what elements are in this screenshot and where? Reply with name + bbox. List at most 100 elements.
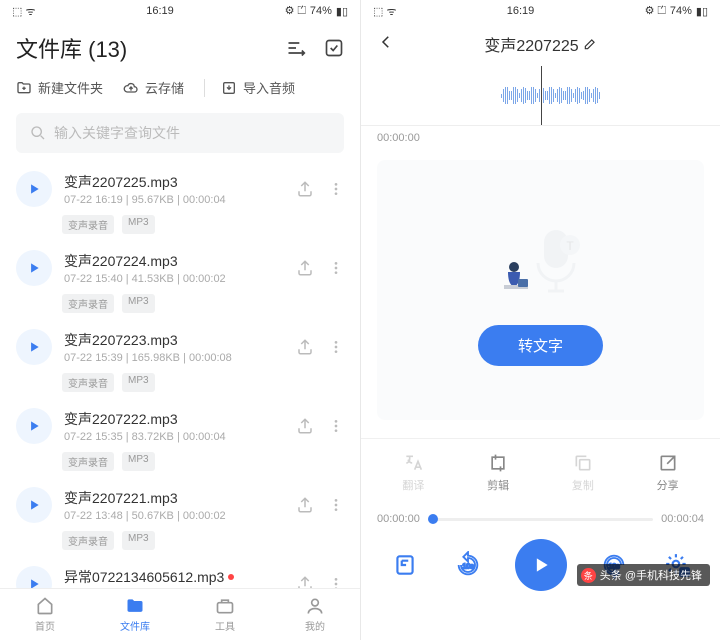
nav-home[interactable]: 首页: [0, 589, 90, 640]
folder-icon: [125, 596, 145, 616]
progress-slider[interactable]: [428, 518, 653, 521]
file-meta: 07-22 15:39 | 165.98KB | 00:00:08: [64, 352, 296, 364]
file-item[interactable]: 异常0722134605612.mp307-22 13:48 | 27.75KB…: [0, 556, 360, 588]
status-time: 16:19: [507, 5, 535, 17]
cloud-storage-button[interactable]: 云存储: [123, 78, 184, 97]
player-screen: ⬚ ᯤ 16:19 ⚙ ⏍ 74%▮▯ 变声2207225 00:00:00 T…: [360, 0, 720, 640]
status-time: 16:19: [146, 5, 174, 17]
share-icon[interactable]: [296, 338, 314, 356]
current-time: 00:00:00: [377, 513, 420, 525]
file-name: 变声2207224.mp3: [64, 251, 296, 271]
more-icon[interactable]: [328, 418, 344, 434]
translate-tool: 翻译: [371, 453, 456, 493]
illustration: T: [476, 215, 606, 305]
page-title: 文件库 (13): [16, 32, 286, 64]
toolbox-icon: [215, 596, 235, 616]
tag: 变声录音: [62, 215, 114, 234]
translate-icon: [403, 453, 423, 473]
sort-icon[interactable]: [286, 38, 306, 58]
file-meta: 07-22 13:48 | 50.67KB | 00:00:02: [64, 510, 296, 522]
file-meta: 07-22 16:19 | 95.67KB | 00:00:04: [64, 194, 296, 206]
share-icon[interactable]: [296, 575, 314, 588]
play-file-button[interactable]: [16, 329, 52, 365]
copy-tool: 复制: [541, 453, 626, 493]
folder-plus-icon: [16, 80, 32, 96]
file-item[interactable]: 变声2207224.mp3 07-22 15:40 | 41.53KB | 00:…: [0, 240, 360, 290]
waveform-time: 00:00:00: [361, 126, 720, 150]
recording-title: 变声2207225: [401, 32, 680, 56]
play-file-button[interactable]: [16, 171, 52, 207]
more-icon[interactable]: [328, 339, 344, 355]
file-library-screen: ⬚ ᯤ 16:19 ⚙ ⏍ 74%▮▯ 文件库 (13) 新建文件夹 云存储 导…: [0, 0, 360, 640]
edit-icon[interactable]: [583, 37, 597, 51]
file-name: 变声2207225.mp3: [64, 172, 296, 192]
total-time: 00:00:04: [661, 513, 704, 525]
search-input[interactable]: 输入关键字查询文件: [16, 113, 344, 153]
tag: 变声录音: [62, 531, 114, 550]
search-icon: [30, 125, 46, 141]
home-icon: [35, 596, 55, 616]
play-icon: [531, 555, 551, 575]
flag-button[interactable]: [389, 549, 421, 581]
import-icon: [221, 80, 237, 96]
file-meta: 07-22 15:35 | 83.72KB | 00:00:04: [64, 431, 296, 443]
rewind-10s-button[interactable]: 10s: [452, 549, 484, 581]
more-icon[interactable]: [328, 260, 344, 276]
scissors-icon: [488, 453, 508, 473]
play-file-button[interactable]: [16, 408, 52, 444]
nav-files[interactable]: 文件库: [90, 589, 180, 640]
file-item[interactable]: 变声2207222.mp3 07-22 15:35 | 83.72KB | 00:…: [0, 398, 360, 448]
more-icon[interactable]: [328, 576, 344, 588]
tag: 变声录音: [62, 294, 114, 313]
share-icon[interactable]: [296, 417, 314, 435]
transcribe-panel: T 转文字: [377, 160, 704, 420]
bottom-nav: 首页 文件库 工具 我的: [0, 588, 360, 640]
tag: MP3: [122, 531, 155, 550]
share-icon[interactable]: [296, 180, 314, 198]
nav-mine[interactable]: 我的: [270, 589, 360, 640]
flag-icon: [392, 552, 418, 578]
file-item[interactable]: 变声2207225.mp3 07-22 16:19 | 95.67KB | 00:…: [0, 161, 360, 211]
file-name: 变声2207222.mp3: [64, 409, 296, 429]
tag: MP3: [122, 215, 155, 234]
more-icon[interactable]: [328, 181, 344, 197]
status-bar: ⬚ ᯤ 16:19 ⚙ ⏍ 74%▮▯: [0, 0, 360, 22]
file-item[interactable]: 变声2207221.mp3 07-22 13:48 | 50.67KB | 00:…: [0, 477, 360, 527]
trim-tool[interactable]: 剪辑: [456, 453, 541, 493]
file-name: 异常0722134605612.mp3: [64, 567, 296, 587]
share-icon[interactable]: [296, 259, 314, 277]
play-file-button[interactable]: [16, 487, 52, 523]
tag: MP3: [122, 294, 155, 313]
play-button[interactable]: [515, 539, 567, 591]
share-tool[interactable]: 分享: [625, 453, 710, 493]
nav-tools[interactable]: 工具: [180, 589, 270, 640]
new-folder-button[interactable]: 新建文件夹: [16, 78, 103, 97]
file-name: 变声2207221.mp3: [64, 488, 296, 508]
cloud-icon: [123, 80, 139, 96]
person-icon: [305, 596, 325, 616]
tag: MP3: [122, 452, 155, 471]
svg-text:T: T: [566, 239, 574, 253]
tag: MP3: [122, 373, 155, 392]
share-icon: [658, 453, 678, 473]
more-icon[interactable]: [328, 497, 344, 513]
tag: 变声录音: [62, 373, 114, 392]
waveform[interactable]: [361, 66, 720, 126]
play-file-button[interactable]: [16, 250, 52, 286]
rewind-icon: 10s: [454, 551, 482, 579]
import-audio-button[interactable]: 导入音频: [221, 78, 295, 97]
transcribe-button[interactable]: 转文字: [478, 325, 603, 366]
select-icon[interactable]: [324, 38, 344, 58]
back-button[interactable]: [377, 33, 401, 56]
play-file-button[interactable]: [16, 566, 52, 588]
share-icon[interactable]: [296, 496, 314, 514]
tag: 变声录音: [62, 452, 114, 471]
file-meta: 07-22 15:40 | 41.53KB | 00:00:02: [64, 273, 296, 285]
file-item[interactable]: 变声2207223.mp307-22 15:39 | 165.98KB | 00…: [0, 319, 360, 369]
status-bar: ⬚ ᯤ 16:19 ⚙ ⏍ 74%▮▯: [361, 0, 720, 22]
chevron-left-icon: [377, 33, 395, 51]
file-list: 变声2207225.mp3 07-22 16:19 | 95.67KB | 00:…: [0, 161, 360, 588]
watermark: 条头条 @手机科技先锋: [577, 564, 710, 586]
svg-text:10s: 10s: [462, 564, 474, 571]
person-illustration: [496, 257, 536, 297]
